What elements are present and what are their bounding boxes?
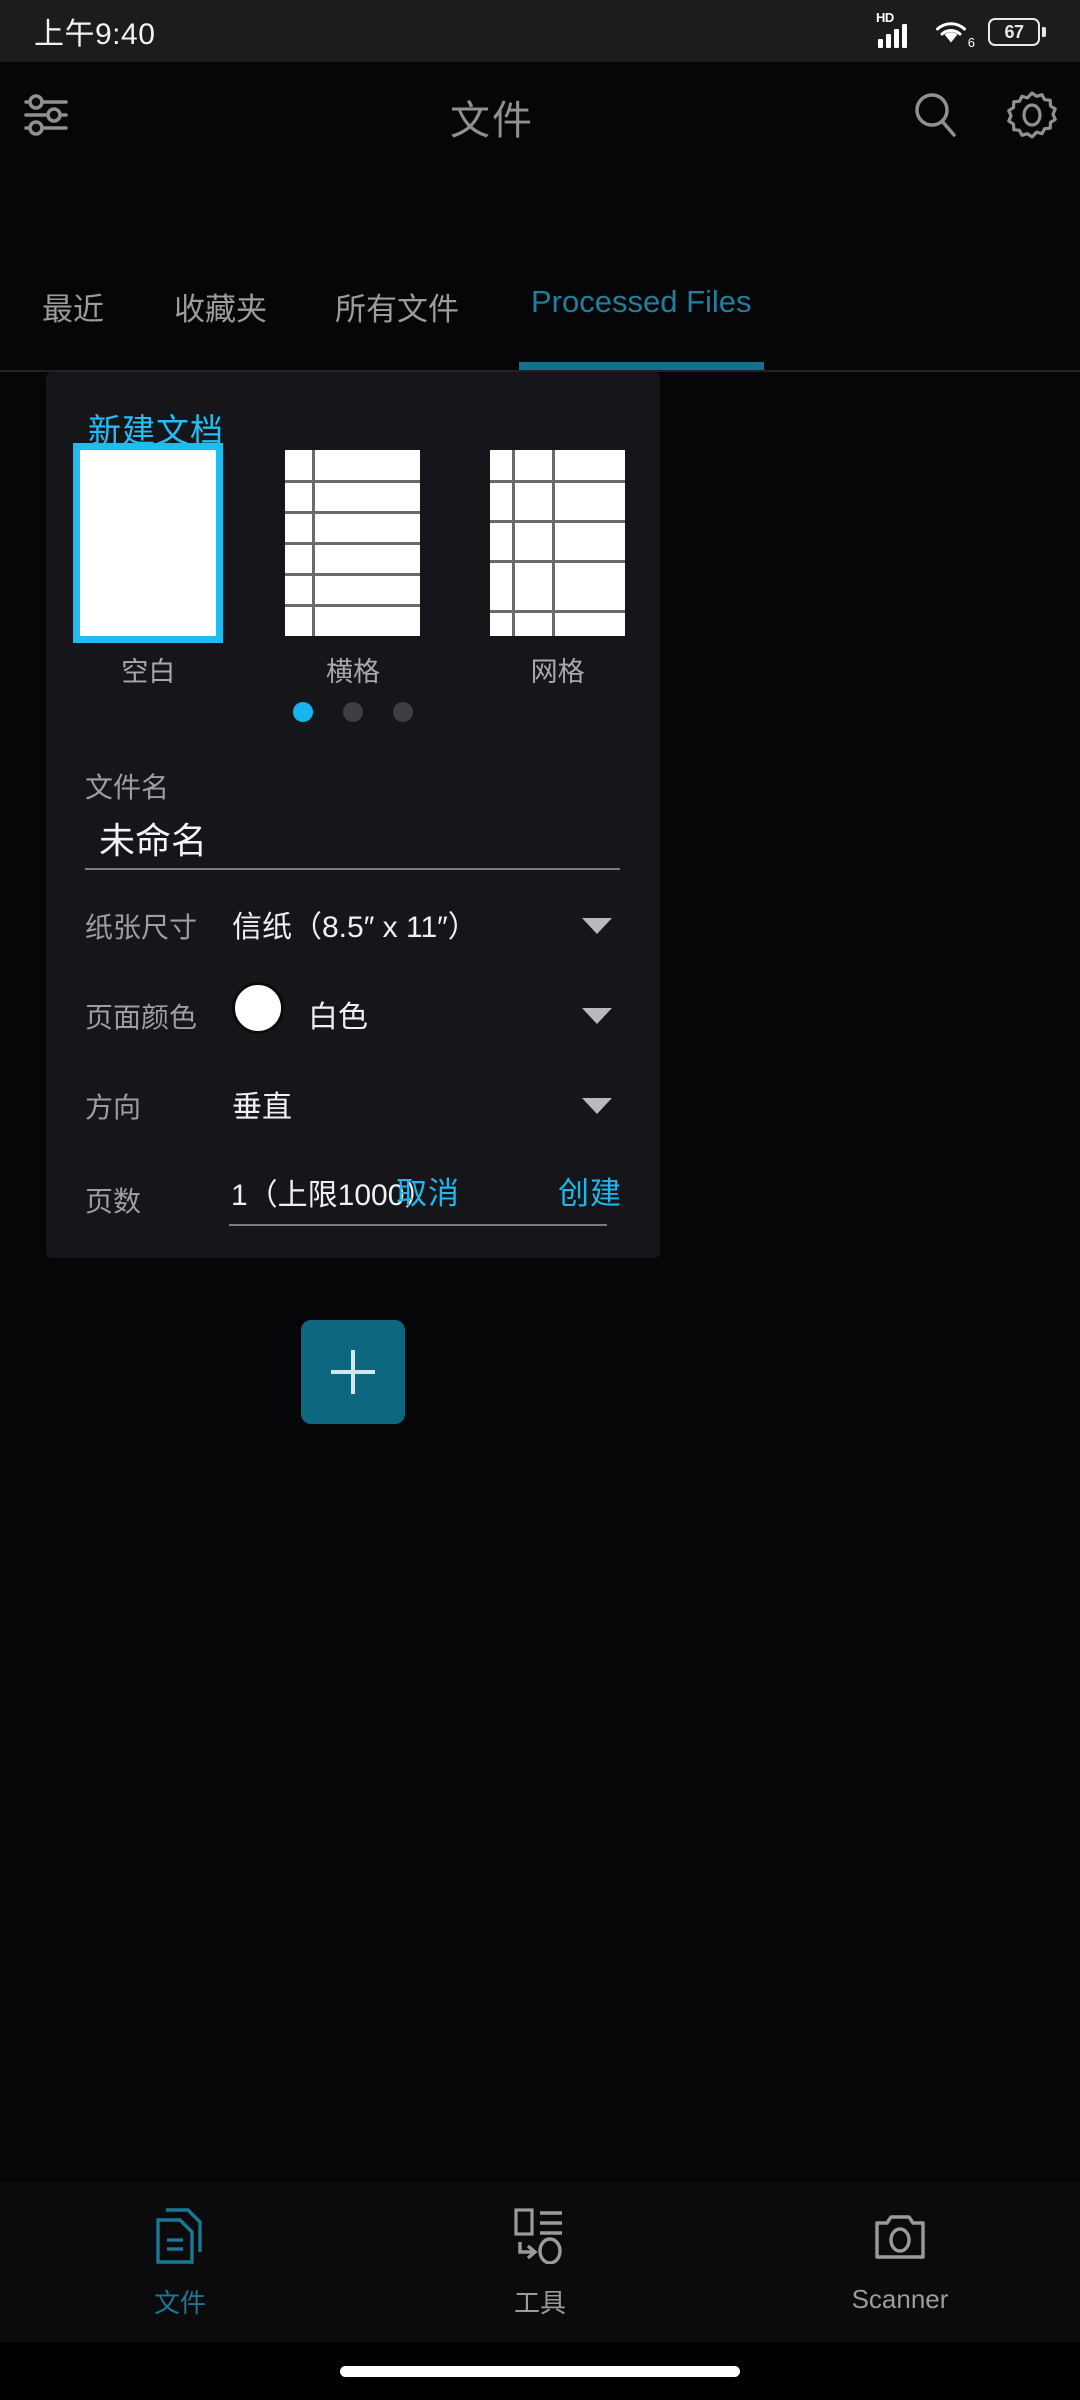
gear-icon [1004, 87, 1060, 148]
chevron-down-icon [582, 918, 612, 934]
template-label: 横格 [325, 657, 380, 687]
add-document-fab[interactable] [301, 1320, 405, 1424]
battery-icon: 67 [988, 18, 1046, 48]
plus-icon [331, 1350, 375, 1394]
color-swatch [232, 982, 284, 1034]
status-icons: HD 6 67 [876, 10, 1046, 50]
nav-item-tools[interactable]: 工具 [360, 2204, 720, 2320]
home-gesture-bar[interactable] [340, 2365, 740, 2377]
chevron-down-icon [582, 1008, 612, 1024]
orientation-label: 方向 [85, 1092, 142, 1123]
nav-label: 工具 [513, 2288, 566, 2318]
new-document-dialog: 新建文档 空白 横格 网格 文件名 未命名 纸张尺寸 信纸（8.5″ x 11″… [46, 372, 660, 1258]
nav-item-files[interactable]: 文件 [0, 2204, 360, 2320]
filename-label: 文件名 [85, 772, 170, 803]
paper-size-value: 信纸（8.5″ x 11″） [232, 911, 478, 944]
grid-template-preview [490, 450, 626, 636]
filter-button[interactable] [0, 92, 96, 143]
chevron-down-icon [582, 1098, 612, 1114]
settings-button[interactable] [984, 69, 1080, 165]
wifi-icon: 6 [934, 14, 975, 50]
filename-input[interactable]: 未命名 [85, 808, 620, 870]
page-color-value: 白色 [308, 1001, 368, 1034]
cancel-button[interactable]: 取消 [396, 1168, 460, 1213]
nav-item-scanner[interactable]: Scanner [720, 2209, 1080, 2315]
nav-label: Scanner [851, 2284, 949, 2314]
cellular-signal-icon: HD [876, 10, 920, 48]
tab-recent[interactable]: 最近 [42, 272, 104, 370]
hd-label: HD [876, 10, 894, 25]
carousel-page-indicator [46, 702, 660, 722]
dialog-actions: 取消 创建 [46, 1158, 660, 1228]
bottom-navigation: 文件 工具 Scanner [0, 2182, 1080, 2342]
paper-size-row[interactable]: 纸张尺寸 信纸（8.5″ x 11″） [46, 888, 660, 966]
page-dot-1[interactable] [293, 702, 313, 722]
template-option-blank[interactable]: 空白 [60, 443, 236, 689]
tab-bar: 最近 收藏夹 所有文件 Processed Files [0, 272, 1080, 372]
template-option-lined[interactable]: 横格 [265, 450, 441, 689]
app-bar: 文件 [0, 62, 1080, 172]
orientation-value: 垂直 [232, 1091, 292, 1124]
orientation-row[interactable]: 方向 垂直 [46, 1068, 660, 1146]
tab-all-files[interactable]: 所有文件 [335, 272, 459, 370]
phone-screen: 上午9:40 HD 6 67 文件 最近 收藏夹 所有文件 Processed … [0, 0, 1080, 2400]
lined-template-preview [285, 450, 421, 636]
page-dot-3[interactable] [393, 702, 413, 722]
signal-bars [878, 24, 907, 48]
filename-value: 未命名 [99, 820, 208, 861]
blank-template-preview [73, 443, 224, 643]
create-button[interactable]: 创建 [558, 1168, 622, 1213]
page-title: 文件 [450, 99, 534, 143]
tab-processed-files[interactable]: Processed Files [519, 272, 764, 370]
document-icon [152, 2204, 208, 2269]
search-icon [909, 88, 963, 147]
tab-favorites[interactable]: 收藏夹 [174, 272, 267, 370]
template-label: 网格 [530, 657, 585, 687]
status-bar: 上午9:40 HD 6 67 [0, 0, 1080, 62]
page-color-label: 页面颜色 [85, 1002, 198, 1033]
dialog-title: 新建文档 [88, 412, 224, 449]
page-color-row[interactable]: 页面颜色 白色 [46, 978, 660, 1056]
sliders-icon [22, 92, 74, 143]
battery-level: 67 [1004, 21, 1024, 42]
template-carousel: 空白 横格 网格 [46, 443, 660, 689]
wifi-generation-label: 6 [967, 35, 975, 50]
status-time: 上午9:40 [34, 18, 156, 51]
camera-icon [871, 2209, 929, 2270]
template-option-grid[interactable]: 网格 [470, 450, 646, 689]
template-label: 空白 [121, 657, 176, 687]
tools-icon [510, 2204, 570, 2269]
paper-size-label: 纸张尺寸 [85, 912, 198, 943]
nav-label: 文件 [153, 2288, 206, 2318]
search-button[interactable] [888, 69, 984, 165]
page-dot-2[interactable] [343, 702, 363, 722]
gesture-bar-area [0, 2342, 1080, 2400]
